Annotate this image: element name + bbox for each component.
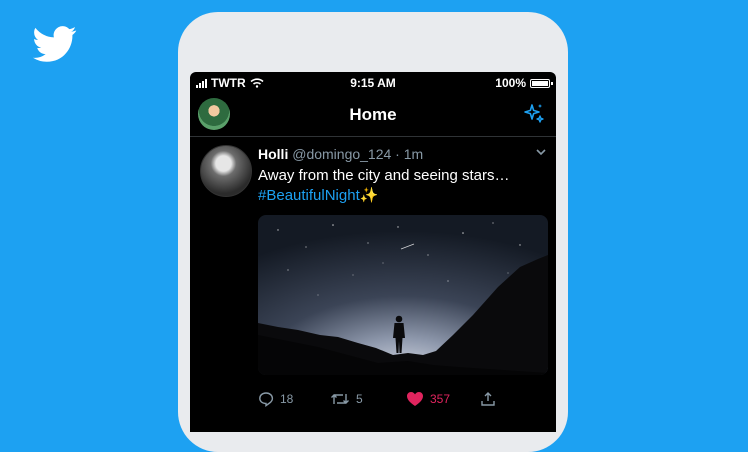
tweet-header: Holli @domingo_124 · 1m <box>258 146 423 162</box>
tweet-actions: 18 5 357 <box>258 391 548 411</box>
retweet-action[interactable]: 5 <box>330 391 363 407</box>
sparkle-icon[interactable] <box>522 102 546 126</box>
like-count: 357 <box>430 392 451 406</box>
author-avatar[interactable] <box>200 145 252 197</box>
battery-percent: 100% <box>495 76 526 90</box>
home-header: Home <box>190 94 556 137</box>
tweet-time: 1m <box>403 146 424 162</box>
tweet-body: Away from the city and seeing stars… <box>258 167 510 184</box>
reply-action[interactable]: 18 <box>258 391 293 407</box>
like-action[interactable]: 357 <box>406 391 450 407</box>
tweet[interactable]: Holli @domingo_124 · 1m Away from the ci… <box>190 137 556 432</box>
author-name[interactable]: Holli <box>258 146 288 162</box>
chevron-down-icon[interactable] <box>534 145 548 159</box>
share-action[interactable] <box>480 391 496 407</box>
heart-icon <box>407 392 423 406</box>
night-sky-photo <box>258 215 548 375</box>
page-title: Home <box>349 105 397 124</box>
twitter-bird-icon <box>33 26 77 62</box>
retweet-count: 5 <box>356 392 363 406</box>
tweet-media[interactable] <box>258 215 548 375</box>
phone-screen: TWTR 9:15 AM 100% Home Holli @domingo_12… <box>190 72 556 432</box>
sparkles-emoji: ✨ <box>359 187 379 204</box>
retweet-icon <box>331 394 349 404</box>
status-bar: TWTR 9:15 AM 100% <box>190 72 556 94</box>
reply-count: 18 <box>280 392 294 406</box>
meta-separator: · <box>391 146 404 162</box>
battery-icon <box>530 78 553 88</box>
author-handle[interactable]: @domingo_124 <box>292 146 391 162</box>
hashtag-link[interactable]: #BeautifulNight <box>258 187 360 204</box>
share-icon <box>481 392 495 406</box>
reply-icon <box>259 392 274 407</box>
tweet-text: Away from the city and seeing stars… #Be… <box>258 166 548 206</box>
